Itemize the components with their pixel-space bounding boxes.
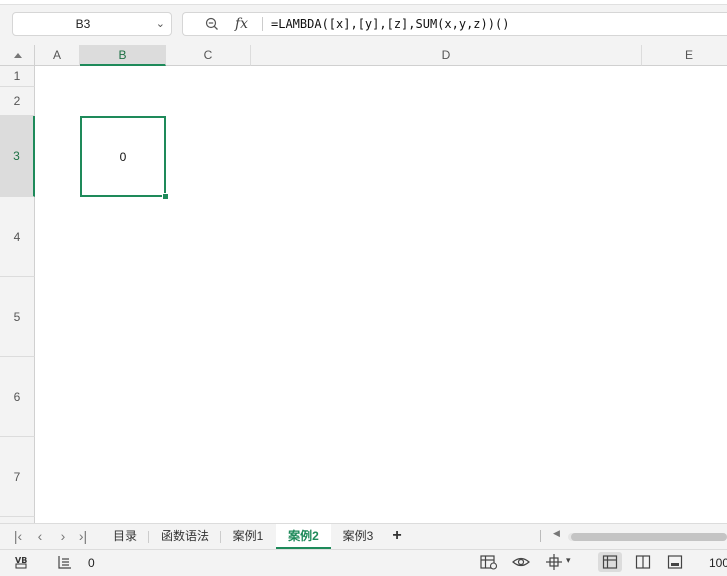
- row-header-3[interactable]: 3: [0, 116, 35, 197]
- formula-text[interactable]: =LAMBDA([x],[y],[z],SUM(x,y,z))(): [271, 13, 509, 35]
- horizontal-scrollbar-thumb[interactable]: [571, 533, 727, 541]
- chevron-down-icon[interactable]: ▾: [566, 555, 571, 566]
- tab-function-syntax[interactable]: 函数语法: [152, 524, 218, 549]
- tab-divider: [220, 531, 221, 543]
- column-header-b[interactable]: B: [80, 45, 166, 66]
- add-sheet-button[interactable]: +: [390, 525, 404, 547]
- tab-case1[interactable]: 案例1: [224, 524, 272, 549]
- formula-input[interactable]: fx =LAMBDA([x],[y],[z],SUM(x,y,z))(): [182, 12, 727, 36]
- page-break-icon[interactable]: [667, 554, 683, 570]
- row-header-7[interactable]: 7: [0, 437, 35, 517]
- divider: [262, 17, 263, 31]
- page-layout-icon[interactable]: [635, 554, 651, 570]
- row-header-1[interactable]: 1: [0, 66, 35, 87]
- sheet-tab-bar: |‹ ‹ › ›| 目录 函数语法 案例1 案例2 案例3 + ◀: [0, 523, 727, 549]
- row-header-4[interactable]: 4: [0, 197, 35, 277]
- column-header-c[interactable]: C: [166, 45, 251, 66]
- macro-icon[interactable]: VB: [14, 554, 32, 570]
- tab-divider: [148, 531, 149, 543]
- select-all-corner[interactable]: [0, 45, 35, 66]
- window-top-edge: [0, 0, 727, 5]
- chevron-down-icon[interactable]: ⌄: [156, 13, 165, 35]
- row-header-2[interactable]: 2: [0, 87, 35, 116]
- column-header-e[interactable]: E: [642, 45, 727, 66]
- tab-catalog[interactable]: 目录: [104, 524, 146, 549]
- spreadsheet-grid[interactable]: A B C D E 1 2 3 4 5 6 7 0: [0, 45, 727, 523]
- zoom-out-icon[interactable]: [205, 17, 219, 31]
- table-settings-icon[interactable]: [480, 554, 498, 570]
- name-box-value[interactable]: B3: [13, 13, 153, 35]
- eye-icon[interactable]: [512, 554, 530, 570]
- status-count: 0: [88, 556, 95, 570]
- last-sheet-icon[interactable]: ›|: [76, 527, 90, 545]
- cell-b3[interactable]: 0: [80, 116, 166, 197]
- tab-case2[interactable]: 案例2: [276, 524, 331, 549]
- sheet-list-icon[interactable]: [57, 554, 73, 570]
- normal-view-icon[interactable]: [602, 554, 618, 570]
- scroll-divider: [540, 530, 541, 542]
- column-header-d[interactable]: D: [251, 45, 642, 66]
- next-sheet-icon[interactable]: ›: [56, 527, 70, 545]
- row-header-6[interactable]: 6: [0, 357, 35, 437]
- previous-sheet-icon[interactable]: ‹: [33, 527, 47, 545]
- tab-case3[interactable]: 案例3: [334, 524, 382, 549]
- zoom-level[interactable]: 100: [709, 550, 727, 576]
- select-all-icon: [14, 53, 22, 58]
- row-header-5[interactable]: 5: [0, 277, 35, 357]
- crosshair-icon[interactable]: [546, 554, 564, 570]
- first-sheet-icon[interactable]: |‹: [11, 527, 25, 545]
- scroll-left-icon[interactable]: ◀: [553, 528, 560, 539]
- name-box[interactable]: B3 ⌄: [12, 12, 172, 36]
- column-header-a[interactable]: A: [35, 45, 80, 66]
- fill-handle[interactable]: [162, 193, 169, 200]
- formula-bar: B3 ⌄ fx =LAMBDA([x],[y],[z],SUM(x,y,z))(…: [0, 0, 727, 45]
- status-bar: VB 0 ▾ 100: [0, 549, 727, 575]
- fx-icon[interactable]: fx: [235, 13, 248, 35]
